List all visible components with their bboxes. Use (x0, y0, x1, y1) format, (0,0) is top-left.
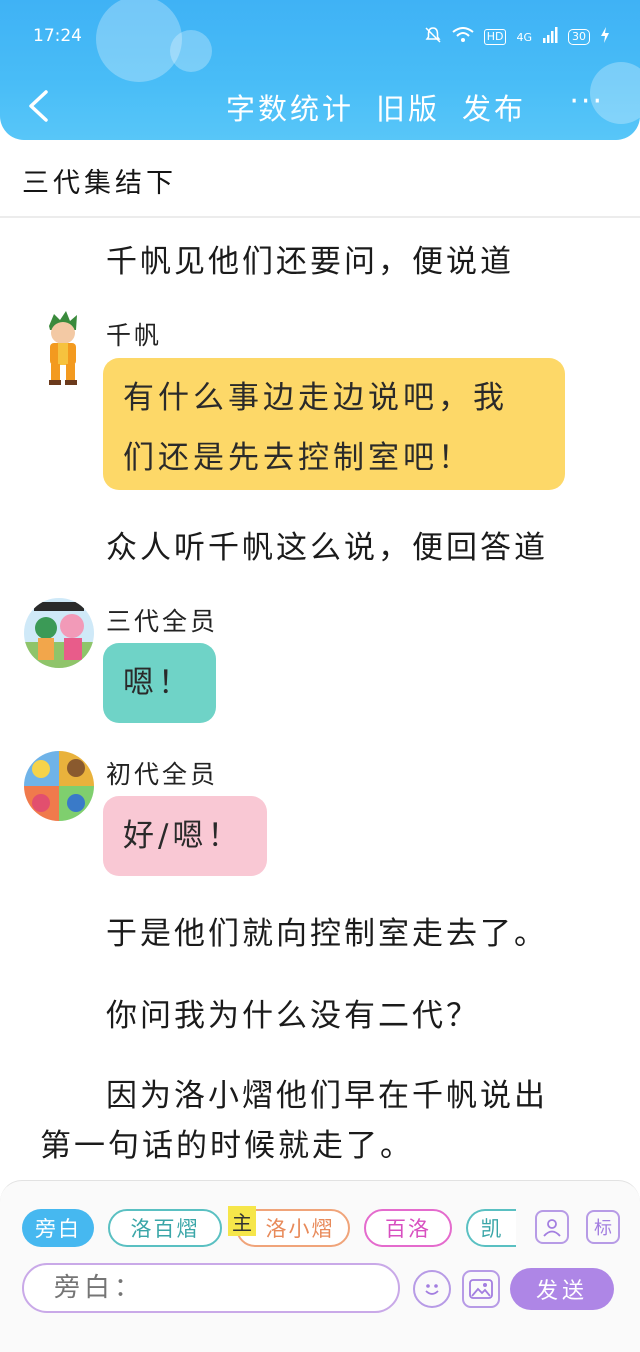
narration-line[interactable]: 第一句话的时候就走了。 (40, 1120, 414, 1165)
bubble-text-line: 有什么事边走边说吧，我 (123, 380, 508, 416)
chat-bubble[interactable]: 有什么事边走边说吧，我 们还是先去控制室吧！ (103, 358, 565, 490)
person-icon (543, 1219, 561, 1237)
speaker-name: 初代全员 (106, 760, 219, 789)
mute-bell-icon (424, 26, 442, 48)
top-app-bar: 17:24 HD 4G 30 字数统计 旧版 发布 ··· (0, 0, 640, 140)
more-options-button[interactable]: ··· (569, 87, 604, 117)
decor-bubble (170, 30, 212, 72)
chat-bubble[interactable]: 好/嗯！ (103, 796, 267, 876)
chapter-title[interactable]: 三代集结下 (22, 161, 177, 200)
emoji-button[interactable] (413, 1270, 451, 1308)
word-count-button[interactable]: 字数统计 (226, 86, 354, 128)
narration-line[interactable]: 因为洛小熠他们早在千帆说出 (106, 1070, 548, 1115)
narration-line[interactable]: 众人听千帆这么说，便回答道 (106, 522, 548, 567)
chat-bubble[interactable]: 嗯！ (103, 643, 216, 723)
chip-label: 洛小熠 (265, 1217, 335, 1241)
status-time: 17:24 (33, 26, 82, 46)
signal-icon (542, 27, 558, 47)
chip-narrator[interactable]: 旁白 (22, 1209, 94, 1247)
status-icons: HD 4G 30 (424, 26, 610, 48)
wifi-icon (452, 27, 474, 47)
battery-indicator: 30 (568, 29, 590, 45)
speaker-name: 三代全员 (106, 607, 219, 636)
publish-button[interactable]: 发布 (462, 86, 526, 128)
avatar[interactable] (24, 751, 94, 821)
chip-character[interactable]: 百洛 (364, 1209, 452, 1247)
chevron-left-icon (29, 90, 48, 122)
group-avatar-icon (24, 751, 94, 821)
narration-line[interactable]: 于是他们就向控制室走去了。 (106, 908, 548, 953)
character-manage-button[interactable] (535, 1210, 569, 1244)
speaker-name: 千帆 (106, 321, 163, 350)
image-button[interactable] (462, 1270, 500, 1308)
smiley-icon (425, 1284, 439, 1295)
back-button[interactable] (18, 84, 58, 128)
charging-icon (600, 27, 610, 47)
tag-button[interactable]: 标 (586, 1210, 620, 1244)
chip-character[interactable]: 洛百熠 (108, 1209, 222, 1247)
narration-line[interactable]: 你问我为什么没有二代？ (106, 990, 480, 1035)
network-label: 4G (516, 30, 532, 44)
decor-bubble (96, 0, 182, 82)
main-character-badge: 主 (228, 1206, 256, 1236)
hd-badge: HD (483, 29, 507, 45)
character-avatar-icon (49, 311, 77, 385)
send-button[interactable]: 发送 (510, 1268, 614, 1310)
narration-line[interactable]: 千帆见他们还要问，便说道 (106, 236, 514, 281)
image-icon (469, 1279, 493, 1299)
avatar[interactable] (30, 306, 96, 386)
message-input[interactable] (22, 1263, 400, 1313)
header-actions: 字数统计 旧版 发布 (226, 86, 526, 128)
chip-character[interactable]: 凯 (466, 1209, 516, 1247)
old-version-button[interactable]: 旧版 (376, 86, 440, 128)
group-avatar-icon (24, 598, 94, 668)
divider (0, 216, 640, 218)
bubble-text-line: 们还是先去控制室吧！ (123, 440, 473, 476)
avatar[interactable] (24, 598, 94, 668)
